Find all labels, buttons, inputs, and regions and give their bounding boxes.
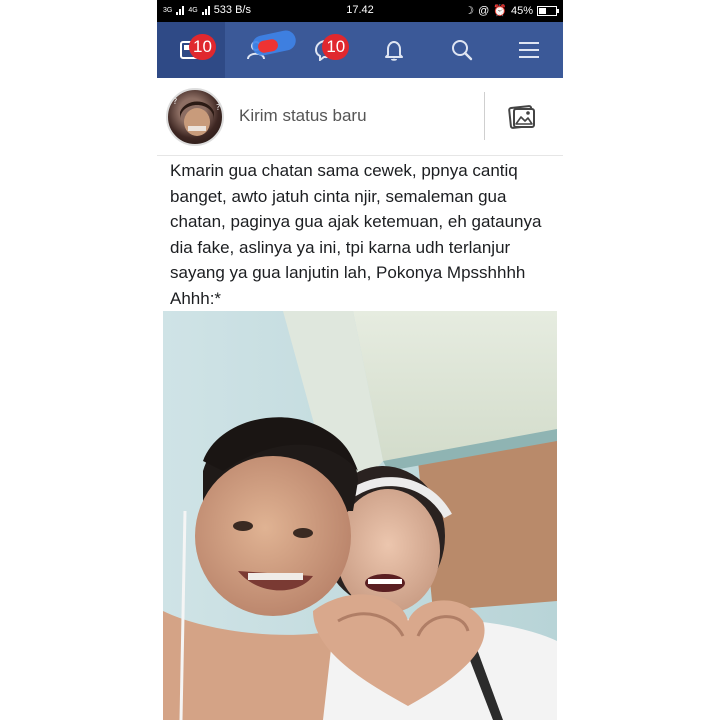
status-composer: ? ? Kirim status baru: [157, 78, 563, 156]
tab-search[interactable]: [428, 22, 496, 78]
battery-fill: [539, 7, 546, 14]
avatar-image: ? ?: [173, 97, 220, 136]
tab-friend-requests[interactable]: [225, 22, 298, 78]
top-nav-bar: 10 10: [157, 22, 563, 78]
bell-icon: [384, 41, 403, 61]
status-bar-right: ☽ @ ⏰ 45%: [464, 4, 559, 17]
tab-notifications[interactable]: [360, 22, 428, 78]
photo-icon: [508, 105, 535, 129]
status-bar: 3G 4G 533 B/s 17.42 ☽ @ ⏰ 45%: [157, 0, 563, 22]
battery-icon: [537, 5, 559, 16]
search-icon: [451, 40, 472, 61]
add-photo-button[interactable]: [505, 100, 539, 134]
battery-percent: 45%: [510, 4, 533, 17]
avatar[interactable]: ? ?: [166, 88, 224, 146]
moon-icon: ☽: [464, 5, 475, 17]
svg-text:?: ?: [173, 97, 177, 106]
composer-divider: [484, 92, 485, 140]
alarm-icon: ⏰: [493, 5, 507, 17]
news-feed-badge: 10: [189, 34, 216, 60]
phone-screen: 3G 4G 533 B/s 17.42 ☽ @ ⏰ 45% 10 10 ? ? …: [157, 0, 563, 720]
tab-menu[interactable]: [495, 22, 563, 78]
messages-badge: 10: [322, 34, 350, 60]
post-text: Kmarin gua chatan sama cewek, ppnya cant…: [170, 161, 542, 308]
svg-text:?: ?: [216, 103, 220, 112]
tab-news-feed[interactable]: 10: [157, 22, 225, 78]
menu-icon: [519, 42, 540, 58]
post-photo-image: [163, 311, 557, 720]
at-icon: @: [478, 4, 490, 17]
status-input[interactable]: Kirim status baru: [239, 106, 367, 126]
tab-messages[interactable]: 10: [292, 22, 360, 78]
post-photo[interactable]: [163, 311, 557, 720]
